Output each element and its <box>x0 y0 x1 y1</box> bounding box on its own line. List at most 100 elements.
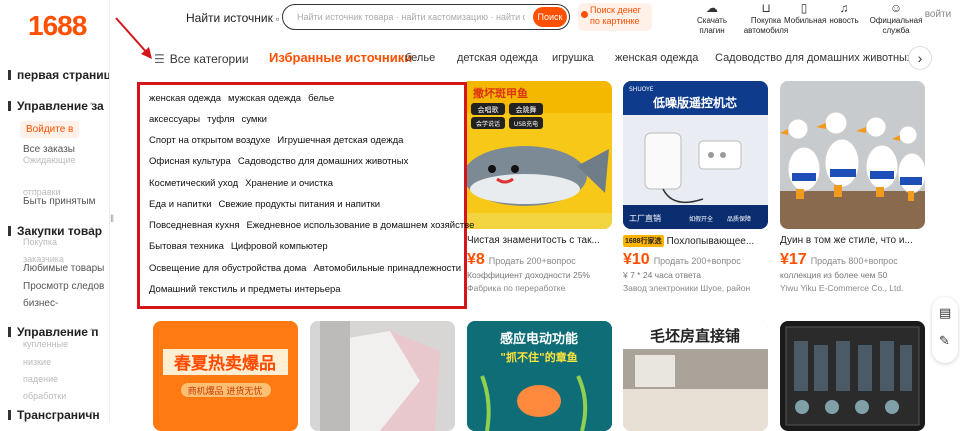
product-title[interactable]: Дуин в том же стиле, что и... <box>780 235 925 248</box>
category-bar: ☰ Все категории ‹ Избранные источники бел… <box>112 44 960 72</box>
chevron-icon[interactable]: ⌃ <box>88 327 96 338</box>
category-link[interactable]: Свежие продукты питания и напитки <box>219 199 381 210</box>
sidebar-item-favorites[interactable]: Любимые товары <box>23 263 104 274</box>
product-image-tag: 商机爆品 进货无忧 <box>188 385 263 397</box>
product-card-3[interactable]: Дуин в том же стиле, что и... ¥17 Продать… <box>780 81 925 293</box>
product-card-4[interactable]: 春夏热卖爆品 商机爆品 进货无忧 <box>153 321 298 431</box>
tab-underwear[interactable]: белье <box>405 52 435 64</box>
product-supplier[interactable]: Фабрика по переработке <box>467 283 612 293</box>
chevron-icon[interactable]: ⌃ <box>88 101 96 112</box>
sidebar-item-to-receive[interactable]: Быть принятым <box>23 196 95 207</box>
product-supplier[interactable]: Завод электроники Шуое, район <box>623 283 768 293</box>
product-image-tag: 会跳舞 <box>516 105 537 114</box>
sidebar-section-crossborder[interactable]: Трансграничн <box>8 408 100 422</box>
product-card-7[interactable]: 毛坯房直接铺 <box>623 321 768 431</box>
all-categories-button[interactable]: ☰ Все категории <box>154 52 249 66</box>
product-meta: ¥ 7 * 24 часа ответа <box>623 270 701 280</box>
source-type-select[interactable]: Найти источник ▫ <box>186 11 279 25</box>
product-image[interactable]: 撒坏斑甲鱼 会唱歌 会跳舞 会学说话 USB充电 <box>467 81 612 229</box>
category-link[interactable]: туфля <box>207 114 234 125</box>
category-link[interactable]: Косметический уход <box>149 178 238 189</box>
product-image-banner: 春夏热卖爆品 <box>174 353 276 374</box>
mobile-label: Мобильная <box>784 16 827 25</box>
sidebar-section-home[interactable]: первая страниц <box>8 68 109 82</box>
category-link[interactable]: Цифровой компьютер <box>231 241 328 252</box>
category-link[interactable]: Еда и напитки <box>149 199 212 210</box>
sidebar-item-history[interactable]: Просмотр следов <box>23 281 104 292</box>
login-button[interactable]: войти <box>918 10 958 48</box>
tab-toys[interactable]: игрушка <box>552 52 594 64</box>
category-link[interactable]: Ежедневное использование в домашнем хозя… <box>246 220 474 231</box>
product-image[interactable]: SHUOYE 低噪版遥控机芯 工厂直销 如假开全 品质保障 <box>623 81 768 229</box>
product-card-8[interactable] <box>780 321 925 431</box>
mobile-button[interactable]: ▯ Мобильная <box>784 0 827 38</box>
cart-button[interactable]: ⊔ Покупка автомобиля <box>742 0 790 38</box>
download-plugin-button[interactable]: ☁ Скачать плагин <box>692 0 732 38</box>
official-service-label: Официальная служба <box>869 16 923 35</box>
category-link[interactable]: сумки <box>242 114 267 125</box>
product-title[interactable]: Чистая знаменитость с так... <box>467 235 612 248</box>
sidebar-item-all-orders[interactable]: Все заказы <box>23 144 75 155</box>
category-link[interactable]: Домашний текстиль и предметы интерьера <box>149 284 341 295</box>
category-link[interactable]: Офисная культура <box>149 156 231 167</box>
search-button[interactable]: Поиск <box>533 7 567 27</box>
sidebar-section-management[interactable]: Управление п <box>8 325 99 339</box>
bell-icon: ♫ <box>839 1 849 15</box>
search-bar[interactable]: Найти источник товара · найти кастомизац… <box>282 4 570 30</box>
category-link[interactable]: Бытовая техника <box>149 241 224 252</box>
news-button[interactable]: ♫ новость <box>824 0 864 38</box>
tab-kids-clothing[interactable]: детская одежда <box>457 52 538 64</box>
notes-icon[interactable]: ▤ <box>939 305 951 321</box>
sidebar-item-faded: падение <box>23 374 59 384</box>
category-link[interactable]: Хранение и очистка <box>245 178 333 189</box>
category-link[interactable]: Освещение для обустройства дома <box>149 263 306 274</box>
sidebar-login-link[interactable]: Войдите в <box>20 121 80 138</box>
chevron-icon[interactable]: ⌃ <box>88 410 96 421</box>
edit-icon[interactable]: ✎ <box>939 333 950 349</box>
tab-womens-clothing[interactable]: женская одежда <box>615 52 698 64</box>
product-image-banner: 毛坯房直接铺 <box>650 327 740 345</box>
product-image-art: 春夏热卖爆品 商机爆品 进货无忧 <box>163 349 288 397</box>
source-type-label: Найти источник <box>186 11 273 25</box>
product-card-1[interactable]: 撒坏斑甲鱼 会唱歌 会跳舞 会学说话 USB充电 Чистая знаменит… <box>467 81 612 293</box>
dropdown-row: Офисная культура Садоводство для домашних… <box>149 156 415 167</box>
product-card-5[interactable] <box>310 321 455 431</box>
category-link[interactable]: Садоводство для домашних животных <box>238 156 409 167</box>
collapse-sidebar-handle[interactable]: ‖ <box>110 214 114 225</box>
product-sold: Продать 200+вопрос <box>653 256 741 266</box>
product-image-tag: USB充电 <box>514 120 538 128</box>
product-card-2[interactable]: SHUOYE 低噪版遥控机芯 工厂直销 如假开全 品质保障 1688行家选 Пох… <box>623 81 768 293</box>
category-link[interactable]: белье <box>308 93 334 104</box>
product-image-art: 毛坯房直接铺 <box>623 321 768 431</box>
product-card-6[interactable]: 感应电动功能 "抓不住"的章鱼 <box>467 321 612 431</box>
product-image-art: SHUOYE 低噪版遥控机芯 工厂直销 如假开全 品质保障 <box>623 86 768 229</box>
chevron-icon[interactable]: ⌃ <box>88 226 96 237</box>
category-link[interactable]: Повседневная кухня <box>149 220 239 231</box>
phone-icon: ▯ <box>800 1 808 15</box>
search-input[interactable]: Найти источник товара · найти кастомизац… <box>297 12 525 22</box>
logo[interactable]: 1688 <box>28 10 87 42</box>
sidebar-item-business[interactable]: бизнес- <box>23 298 58 309</box>
category-link[interactable]: аксессуары <box>149 114 200 125</box>
product-meta: коллекция из более чем 50 <box>780 270 888 280</box>
service-icon: ☺ <box>889 1 903 15</box>
category-link[interactable]: Спорт на открытом воздухе <box>149 135 270 146</box>
category-dropdown: женская одежда мужская одежда белье аксесс… <box>137 82 474 309</box>
official-service-button[interactable]: ☺ Официальная служба <box>868 0 924 38</box>
category-link[interactable]: женская одежда <box>149 93 221 104</box>
product-image[interactable] <box>780 81 925 229</box>
category-link[interactable]: мужская одежда <box>228 93 301 104</box>
product-supplier[interactable]: Yiwu Yiku E-Commerce Co., Ltd. <box>780 283 925 293</box>
image-search-promo[interactable]: Поиск денег по картинке <box>578 3 652 31</box>
product-image-tag: 品质保障 <box>727 215 751 223</box>
scroll-next-button[interactable]: › <box>908 46 932 70</box>
category-link[interactable]: Автомобильные принадлежности <box>313 263 461 274</box>
product-image-art: 撒坏斑甲鱼 会唱歌 会跳舞 会学说话 USB充电 <box>467 81 612 229</box>
tab-pets-garden[interactable]: Садоводство для домашних животных <box>715 52 912 64</box>
category-link[interactable]: Игрушечная детская одежда <box>277 135 403 146</box>
product-image-tag: 会学说话 <box>476 120 500 128</box>
dropdown-row: Косметический уход Хранение и очистка <box>149 178 340 189</box>
product-image-tag: 如假开全 <box>689 215 713 223</box>
product-title[interactable]: 1688行家选 Похлопывающее... <box>623 235 768 248</box>
tab-selected-sources[interactable]: Избранные источники <box>269 50 412 65</box>
